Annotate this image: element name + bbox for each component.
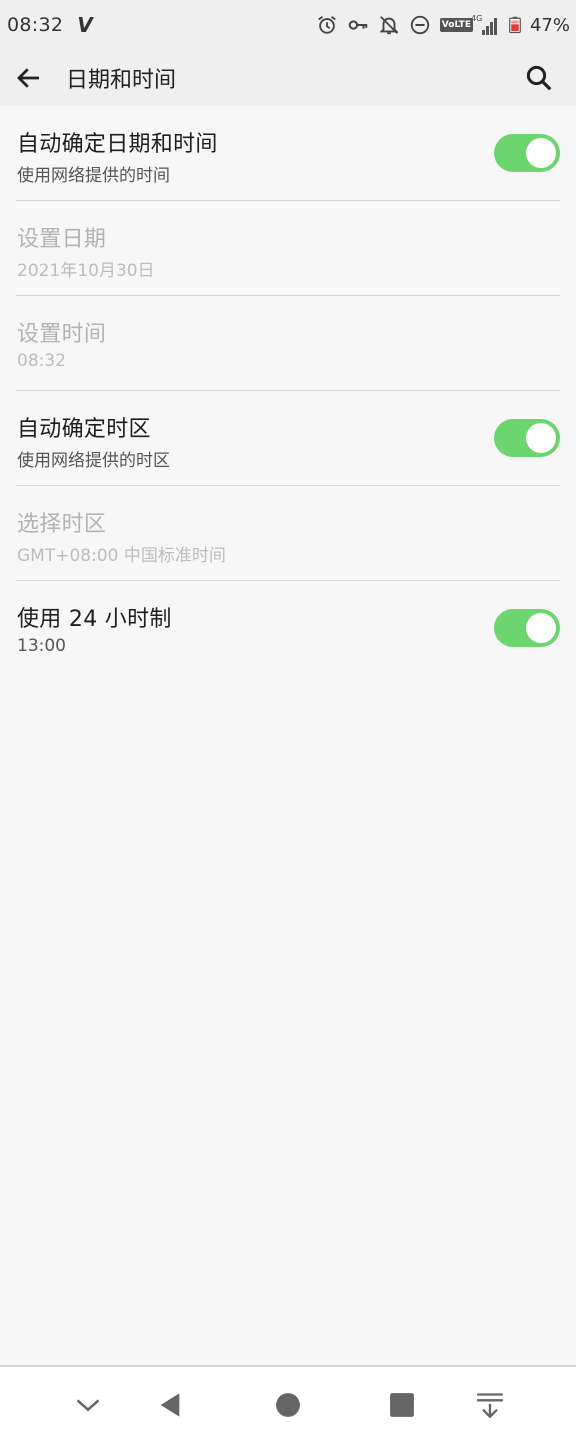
settings-list: 自动确定日期和时间 使用网络提供的时间 设置日期 2021年10月30日 设置时… [0,106,576,676]
setting-title: 自动确定日期和时间 [17,132,218,157]
24-hour-format-switch[interactable] [494,609,560,647]
nav-recents-button[interactable] [384,1387,420,1423]
status-time: 08:32 [7,14,64,36]
status-bar: 08:32 V VoLTE 4G 47% [0,0,576,50]
switch-knob [526,138,556,168]
vpn-key-icon [348,20,368,30]
setting-summary: 2021年10月30日 [17,261,155,281]
battery-icon [509,16,521,34]
status-icons: VoLTE 4G 47% [316,14,570,36]
auto-time-zone-switch[interactable] [494,419,560,457]
page-title: 日期和时间 [66,68,177,93]
search-button[interactable] [519,58,559,98]
switch-knob [526,423,556,453]
back-button[interactable] [1,50,57,106]
search-icon [526,65,552,91]
setting-summary: 使用网络提供的时间 [17,166,170,186]
battery-percent: 47% [529,14,570,36]
setting-title: 设置日期 [17,227,107,252]
nav-back-button[interactable] [152,1387,188,1423]
network-type-label: 4G [470,14,483,23]
setting-auto-date-time[interactable]: 自动确定日期和时间 使用网络提供的时间 [16,106,560,201]
carrier-v-icon: V [77,13,93,37]
setting-summary: 使用网络提供的时区 [17,451,170,471]
arrow-back-icon [17,68,39,88]
switch-knob [526,613,556,643]
setting-title: 使用 24 小时制 [17,607,172,632]
nav-home-button[interactable] [270,1387,306,1423]
setting-select-time-zone: 选择时区 GMT+08:00 中国标准时间 [16,486,560,581]
setting-24-hour-format[interactable]: 使用 24 小时制 13:00 [16,581,560,676]
setting-summary: 13:00 [17,636,66,656]
setting-set-date: 设置日期 2021年10月30日 [16,201,560,296]
setting-title: 自动确定时区 [17,417,151,442]
volte-icon: VoLTE [439,18,473,32]
nav-pull-down-button[interactable] [472,1387,508,1423]
navigation-bar [0,1365,576,1440]
setting-title: 选择时区 [17,512,107,537]
recents-square-icon [390,1393,414,1417]
back-triangle-icon [160,1393,180,1417]
notifications-off-icon [379,16,399,35]
alarm-icon [317,16,336,34]
auto-date-time-switch[interactable] [494,134,560,172]
setting-set-time: 设置时间 08:32 [16,296,560,391]
setting-title: 设置时间 [17,322,107,347]
chevron-down-icon [76,1399,100,1412]
nav-hide-button[interactable] [70,1387,106,1423]
do-not-disturb-icon [410,15,429,35]
setting-summary: GMT+08:00 中国标准时间 [17,546,226,566]
pull-down-icon [477,1393,503,1419]
setting-auto-time-zone[interactable]: 自动确定时区 使用网络提供的时区 [16,391,560,486]
home-circle-icon [276,1393,300,1417]
signal-4g-icon: 4G [471,14,497,35]
setting-summary: 08:32 [17,351,66,371]
app-bar: 日期和时间 [0,50,576,106]
